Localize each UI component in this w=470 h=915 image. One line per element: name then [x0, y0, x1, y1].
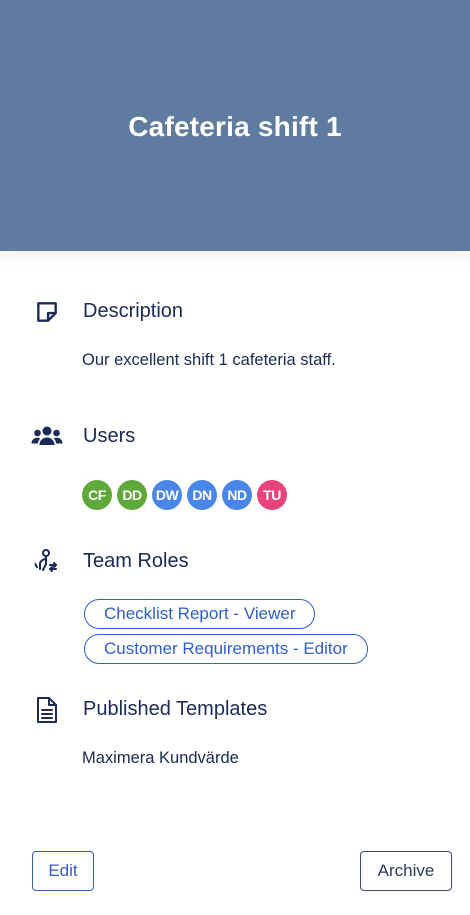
avatar[interactable]: ND — [222, 480, 252, 510]
users-heading: Users — [83, 425, 136, 447]
team-details-page: Cafeteria shift 1 Description Our excell… — [0, 0, 470, 915]
avatar[interactable]: CF — [82, 480, 112, 510]
avatar[interactable]: DD — [117, 480, 147, 510]
avatar[interactable]: TU — [257, 480, 287, 510]
description-heading: Description — [83, 300, 184, 322]
page-title: Cafeteria shift 1 — [128, 110, 342, 142]
user-avatar-list: CF DD DW DN ND TU — [82, 480, 287, 510]
team-roles-list: Checklist Report - Viewer Customer Requi… — [84, 599, 368, 664]
team-roles-icon — [31, 546, 63, 578]
document-icon — [31, 694, 63, 726]
sticky-note-icon — [31, 296, 63, 328]
published-template-item[interactable]: Maximera Kundvärde — [82, 749, 239, 768]
edit-button[interactable]: Edit — [32, 851, 94, 891]
team-roles-heading: Team Roles — [83, 550, 189, 572]
role-chip[interactable]: Customer Requirements - Editor — [84, 634, 368, 664]
avatar[interactable]: DW — [152, 480, 182, 510]
header-banner: Cafeteria shift 1 — [0, 0, 470, 251]
description-text: Our excellent shift 1 cafeteria staff. — [82, 351, 336, 369]
published-templates-heading: Published Templates — [83, 698, 268, 720]
role-chip[interactable]: Checklist Report - Viewer — [84, 599, 316, 629]
archive-button[interactable]: Archive — [360, 851, 452, 891]
avatar[interactable]: DN — [187, 480, 217, 510]
users-icon — [31, 420, 63, 452]
